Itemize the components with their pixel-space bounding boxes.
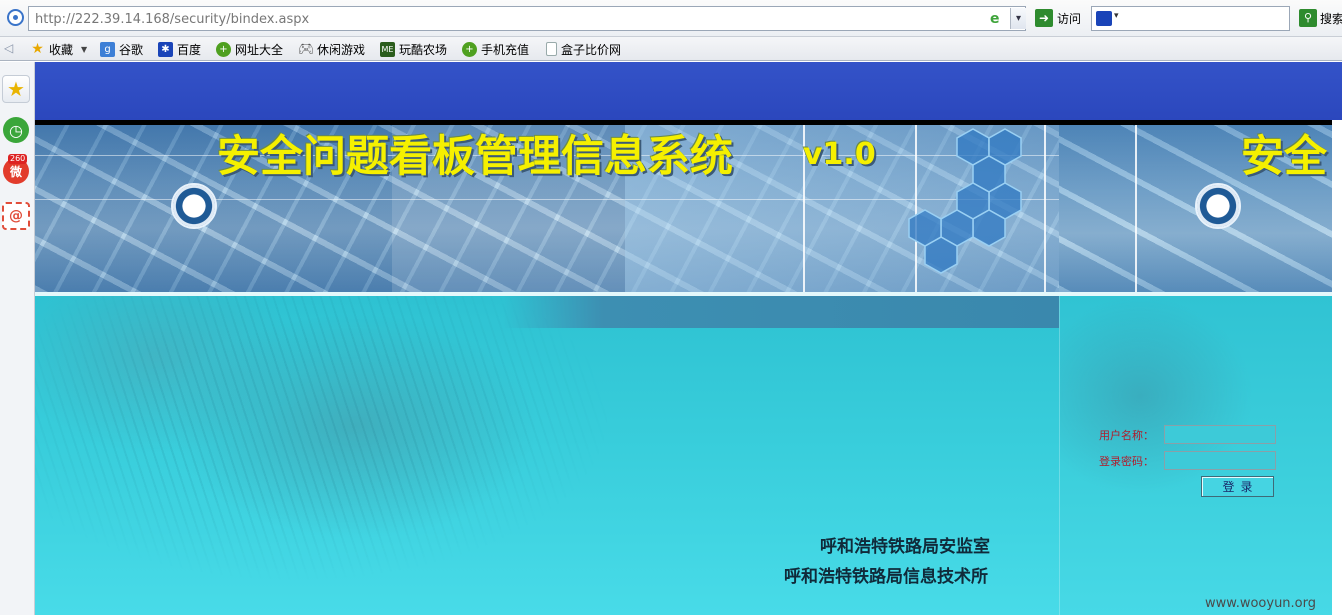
search-icon: ⚲ [1299, 9, 1317, 27]
baidu-paw-icon[interactable] [1096, 11, 1119, 26]
green-globe-icon: + [216, 41, 231, 57]
username-field[interactable] [1164, 425, 1276, 444]
system-version: v1.0 [803, 137, 876, 172]
password-label: 登录密码： [1099, 455, 1154, 468]
banner-divider [1044, 125, 1046, 292]
go-arrow-icon: ➜ [1035, 9, 1053, 27]
bookmark-baidu[interactable]: ✱ 百度 [158, 40, 201, 58]
address-dropdown-chevron-icon[interactable]: ▾ [1010, 8, 1026, 29]
bookmark-label: 收藏 [49, 42, 74, 57]
bookmark-label: 休闲游戏 [317, 42, 366, 57]
browser-address-row: http://222.39.14.168/security/bindex.asp… [0, 0, 1342, 37]
search-button[interactable]: ⚲ 搜索 [1299, 8, 1342, 28]
sidebar-toggle-icon[interactable]: ◁ [4, 41, 18, 55]
me-icon: ME [380, 41, 395, 57]
go-button[interactable]: ➜ 访问 [1035, 8, 1081, 28]
banner-divider [1135, 125, 1137, 292]
org-it-institute: 呼和浩特铁路局信息技术所 [784, 567, 988, 587]
bookmark-casual-games[interactable]: 🎮︎ 休闲游戏 [298, 40, 365, 58]
green-globe-icon: + [462, 41, 477, 57]
bookmark-label: 谷歌 [119, 42, 144, 57]
baidu-paw-icon: ✱ [158, 41, 173, 57]
address-text[interactable]: http://222.39.14.168/security/bindex.asp… [35, 12, 309, 27]
system-title-repeat: 安全 [1241, 132, 1327, 182]
go-button-label: 访问 [1057, 11, 1082, 26]
bookmark-label: 玩酷农场 [399, 42, 448, 57]
top-blue-band [35, 62, 1342, 120]
bookmark-phone-topup[interactable]: + 手机充值 [462, 40, 529, 58]
search-button-label: 搜索 [1320, 11, 1342, 26]
bookmark-price-compare[interactable]: 盒子比价网 [546, 40, 621, 58]
bookmark-label: 盒子比价网 [561, 42, 622, 57]
search-input[interactable] [1091, 6, 1290, 31]
railway-logo [171, 183, 217, 229]
bookmark-label: 手机充值 [481, 42, 530, 57]
address-bar[interactable]: http://222.39.14.168/security/bindex.asp… [28, 6, 1026, 31]
gamepad-icon: 🎮︎ [298, 41, 315, 57]
hexagon-decoration [908, 128, 1022, 274]
weibo-count-badge: 260 [8, 154, 28, 164]
bookmark-label: 百度 [177, 42, 202, 57]
browser-side-panel: ★ ◷ 微 260 @ [0, 62, 35, 615]
web-page: 安全问题看板管理信息系统 v1.0 安全 呼和浩特铁路局安监室 呼和浩特铁路局信… [35, 62, 1342, 615]
bookmark-favorites[interactable]: ★ 收藏 ▼ [30, 40, 87, 58]
watermark: www.wooyun.org [1205, 596, 1317, 611]
page-icon [546, 42, 557, 56]
org-safety-office: 呼和浩特铁路局安监室 [820, 537, 990, 557]
page-globe-icon [7, 9, 24, 26]
mail-at-icon[interactable]: @ [2, 202, 30, 230]
accent-stripe [503, 296, 1059, 328]
bookmark-google[interactable]: g 谷歌 [100, 40, 143, 58]
google-icon: g [100, 41, 115, 57]
favorites-star-icon[interactable]: ★ [2, 75, 30, 103]
bookmark-url-directory[interactable]: + 网址大全 [216, 40, 283, 58]
password-field[interactable] [1164, 451, 1276, 470]
username-label: 用户名称： [1099, 429, 1154, 442]
star-icon: ★ [31, 40, 44, 57]
login-button[interactable]: 登录 [1201, 476, 1274, 497]
bookmark-bar: ◁ ★ 收藏 ▼ g 谷歌 ✱ 百度 + 网址大全 🎮︎ 休闲游戏 ME 玩酷农… [0, 37, 1342, 61]
chevron-down-icon[interactable]: ▼ [81, 45, 87, 54]
page-right-edge [1332, 120, 1342, 615]
system-title: 安全问题看板管理信息系统 [217, 132, 733, 182]
railway-logo [1195, 183, 1241, 229]
bookmark-label: 网址大全 [235, 42, 284, 57]
ie-compat-icon[interactable]: e [990, 11, 1006, 27]
bookmark-farm[interactable]: ME 玩酷农场 [380, 40, 447, 58]
history-clock-icon[interactable]: ◷ [3, 117, 29, 143]
